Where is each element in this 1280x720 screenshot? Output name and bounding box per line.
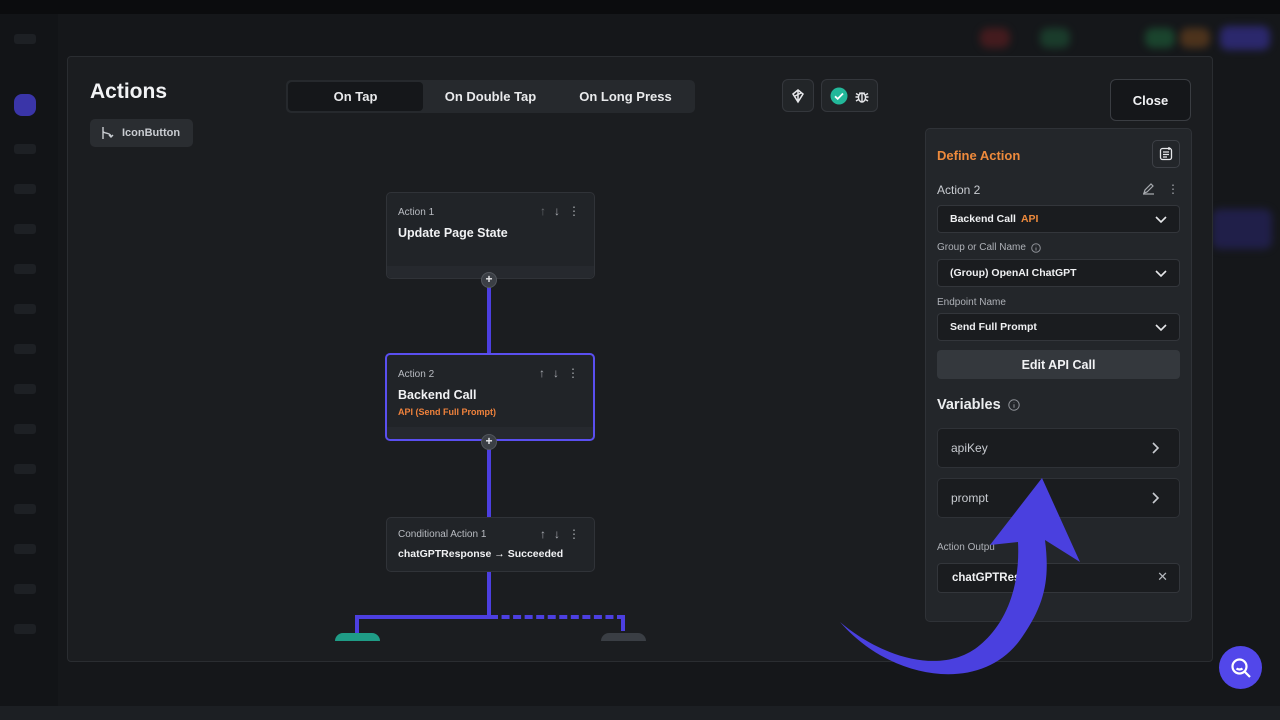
more-icon[interactable]: ⋮ <box>1167 182 1179 196</box>
conditional-node-1[interactable]: Conditional Action 1 chatGPTResponse → S… <box>386 517 595 572</box>
add-action-button[interactable]: + <box>481 272 497 288</box>
chevron-down-icon <box>1155 216 1167 224</box>
node-name: Backend Call <box>398 388 477 402</box>
group-select[interactable]: (Group) OpenAI ChatGPT <box>937 259 1180 287</box>
background-sidebar <box>0 14 58 720</box>
node-label: Conditional Action 1 <box>398 529 487 540</box>
move-down-icon[interactable]: ↓ <box>554 204 560 218</box>
connector <box>487 571 491 619</box>
edit-api-call-button[interactable]: Edit API Call <box>937 350 1180 379</box>
dialog-title: Actions <box>90 80 168 103</box>
group-value: (Group) OpenAI ChatGPT <box>950 267 1077 279</box>
clear-icon[interactable]: ✕ <box>1157 569 1168 585</box>
variable-row-apikey[interactable]: apiKey <box>937 428 1180 468</box>
node-subtitle: API (Send Full Prompt) <box>398 407 496 417</box>
chevron-down-icon <box>1155 324 1167 332</box>
app-bottombar <box>0 706 1280 720</box>
more-icon[interactable]: ⋮ <box>568 204 580 218</box>
true-branch-node[interactable] <box>335 633 380 641</box>
tab-on-double-tap[interactable]: On Double Tap <box>423 82 558 111</box>
action-tools: ⋮ <box>1142 182 1179 196</box>
connector-true-branch <box>355 615 489 619</box>
add-action-button[interactable]: + <box>481 434 497 450</box>
widget-chip[interactable]: IconButton <box>90 119 193 147</box>
trigger-tabs: On Tap On Double Tap On Long Press <box>286 80 695 113</box>
action-type-select[interactable]: Backend Call API <box>937 205 1180 233</box>
status-button[interactable] <box>821 79 878 112</box>
tab-on-tap[interactable]: On Tap <box>288 82 423 111</box>
endpoint-label: Endpoint Name <box>937 297 1006 308</box>
endpoint-select[interactable]: Send Full Prompt <box>937 313 1180 341</box>
docs-button[interactable] <box>1152 140 1180 168</box>
variable-name: apiKey <box>951 441 988 455</box>
info-icon <box>1007 399 1020 411</box>
connector <box>487 287 491 355</box>
move-up-icon[interactable]: ↑ <box>539 366 545 380</box>
node-controls: ↑ ↓ ⋮ <box>539 366 579 380</box>
action-type-tag: API <box>1020 213 1039 225</box>
node-name: chatGPTResponse → Succeeded <box>398 548 564 560</box>
action-node-1[interactable]: Action 1 Update Page State ↑ ↓ ⋮ <box>386 192 595 279</box>
node-controls: ↑ ↓ ⋮ <box>540 204 580 218</box>
info-icon <box>1031 242 1041 253</box>
action-type-value: Backend Call <box>950 213 1016 225</box>
search-button[interactable] <box>1219 646 1262 689</box>
search-icon <box>1230 657 1251 678</box>
connector <box>487 449 491 517</box>
check-circle-icon <box>830 87 847 104</box>
false-branch-node[interactable] <box>601 633 646 641</box>
node-label: Action 1 <box>398 207 435 218</box>
doc-icon <box>1159 147 1173 161</box>
chevron-down-icon <box>1155 270 1167 278</box>
connector-false-branch <box>621 615 625 631</box>
group-label: Group or Call Name <box>937 242 1041 253</box>
variables-heading: Variables <box>937 397 1020 413</box>
connector-true-branch <box>355 615 359 635</box>
action-node-2[interactable]: Action 2 Backend Call API (Send Full Pro… <box>385 353 595 441</box>
tab-on-long-press[interactable]: On Long Press <box>558 82 693 111</box>
debug-icon <box>792 88 804 103</box>
variables-title: Variables <box>937 397 1001 413</box>
annotation-arrow-icon <box>840 478 1080 675</box>
action-label: Action 2 <box>937 183 981 197</box>
panel-title: Define Action <box>937 148 1021 163</box>
more-icon[interactable]: ⋮ <box>567 366 579 380</box>
edit-icon[interactable] <box>1142 182 1155 195</box>
move-down-icon[interactable]: ↓ <box>554 527 560 541</box>
node-label: Action 2 <box>398 369 435 380</box>
node-name: Update Page State <box>398 226 508 240</box>
widget-chip-label: IconButton <box>122 127 181 139</box>
connector-false-branch <box>490 615 625 619</box>
move-up-icon[interactable]: ↑ <box>540 527 546 541</box>
move-down-icon[interactable]: ↓ <box>553 366 559 380</box>
chevron-right-icon <box>1152 442 1160 454</box>
branch-icon <box>102 127 114 139</box>
bug-icon <box>855 91 868 103</box>
app-topbar <box>0 0 1280 14</box>
node-controls: ↑ ↓ ⋮ <box>540 527 580 541</box>
chevron-right-icon <box>1152 492 1160 504</box>
move-up-icon[interactable]: ↑ <box>540 204 546 218</box>
endpoint-value: Send Full Prompt <box>950 321 1037 333</box>
more-icon[interactable]: ⋮ <box>568 527 580 541</box>
debug-button[interactable] <box>782 79 814 112</box>
close-button[interactable]: Close <box>1110 79 1191 121</box>
group-label-text: Group or Call Name <box>937 242 1026 253</box>
